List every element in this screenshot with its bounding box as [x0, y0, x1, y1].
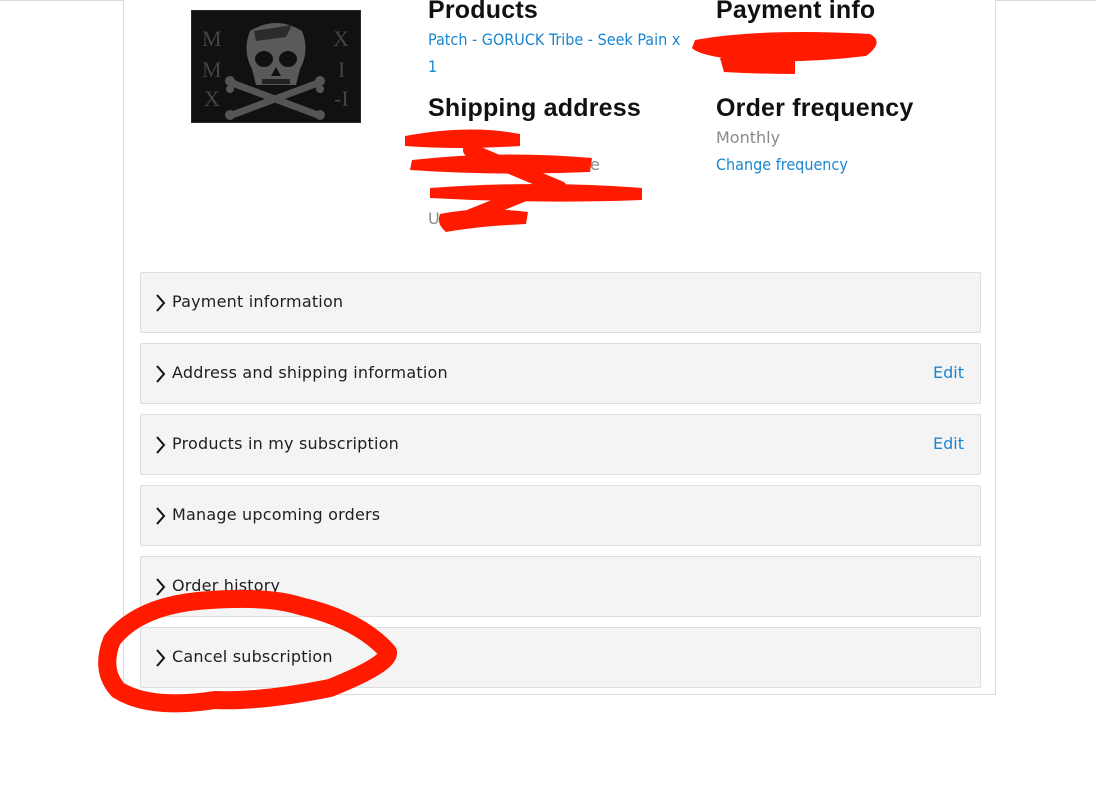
- svg-text:M: M: [202, 57, 222, 82]
- product-link[interactable]: Patch - GORUCK Tribe - Seek Pain x 1: [428, 26, 688, 80]
- shipping-address-fragment: e: [590, 155, 600, 174]
- accordion-payment-information[interactable]: Payment information: [140, 272, 981, 333]
- accordion-label: Products in my subscription: [172, 434, 399, 453]
- product-name[interactable]: Patch - GORUCK Tribe - Seek Pain x: [428, 30, 680, 49]
- svg-text:X: X: [204, 86, 220, 111]
- chevron-right-icon: [156, 294, 166, 312]
- shipping-address-heading: Shipping address: [428, 94, 641, 122]
- edit-products-link[interactable]: Edit: [933, 434, 964, 453]
- order-frequency-heading: Order frequency: [716, 94, 914, 122]
- accordion-label: Order history: [172, 576, 281, 595]
- accordion-address-shipping[interactable]: Address and shipping information Edit: [140, 343, 981, 404]
- accordion-products[interactable]: Products in my subscription Edit: [140, 414, 981, 475]
- accordion-order-history[interactable]: Order history: [140, 556, 981, 617]
- svg-text:M: M: [202, 26, 222, 51]
- change-frequency-link[interactable]: Change frequency: [716, 151, 848, 178]
- skull-crossbones-logo-icon: M M X X I -I: [202, 23, 349, 120]
- chevron-right-icon: [156, 365, 166, 383]
- product-quantity[interactable]: 1: [428, 57, 437, 76]
- payment-info-heading: Payment info: [716, 0, 876, 24]
- chevron-right-icon: [156, 649, 166, 667]
- chevron-right-icon: [156, 578, 166, 596]
- order-frequency-value: Monthly: [716, 128, 781, 147]
- svg-text:-I: -I: [334, 86, 349, 111]
- chevron-right-icon: [156, 507, 166, 525]
- shipping-country-fragment: U: [428, 209, 440, 228]
- edit-address-link[interactable]: Edit: [933, 363, 964, 382]
- accordion-upcoming-orders[interactable]: Manage upcoming orders: [140, 485, 981, 546]
- accordion-label: Cancel subscription: [172, 647, 333, 666]
- svg-text:I: I: [338, 57, 345, 82]
- accordion-label: Manage upcoming orders: [172, 505, 381, 524]
- product-image: M M X X I -I: [191, 10, 361, 123]
- accordion-label: Payment information: [172, 292, 344, 311]
- svg-text:X: X: [333, 26, 349, 51]
- products-heading: Products: [428, 0, 538, 24]
- chevron-right-icon: [156, 436, 166, 454]
- accordion-cancel-subscription[interactable]: Cancel subscription: [140, 627, 981, 688]
- accordion-label: Address and shipping information: [172, 363, 448, 382]
